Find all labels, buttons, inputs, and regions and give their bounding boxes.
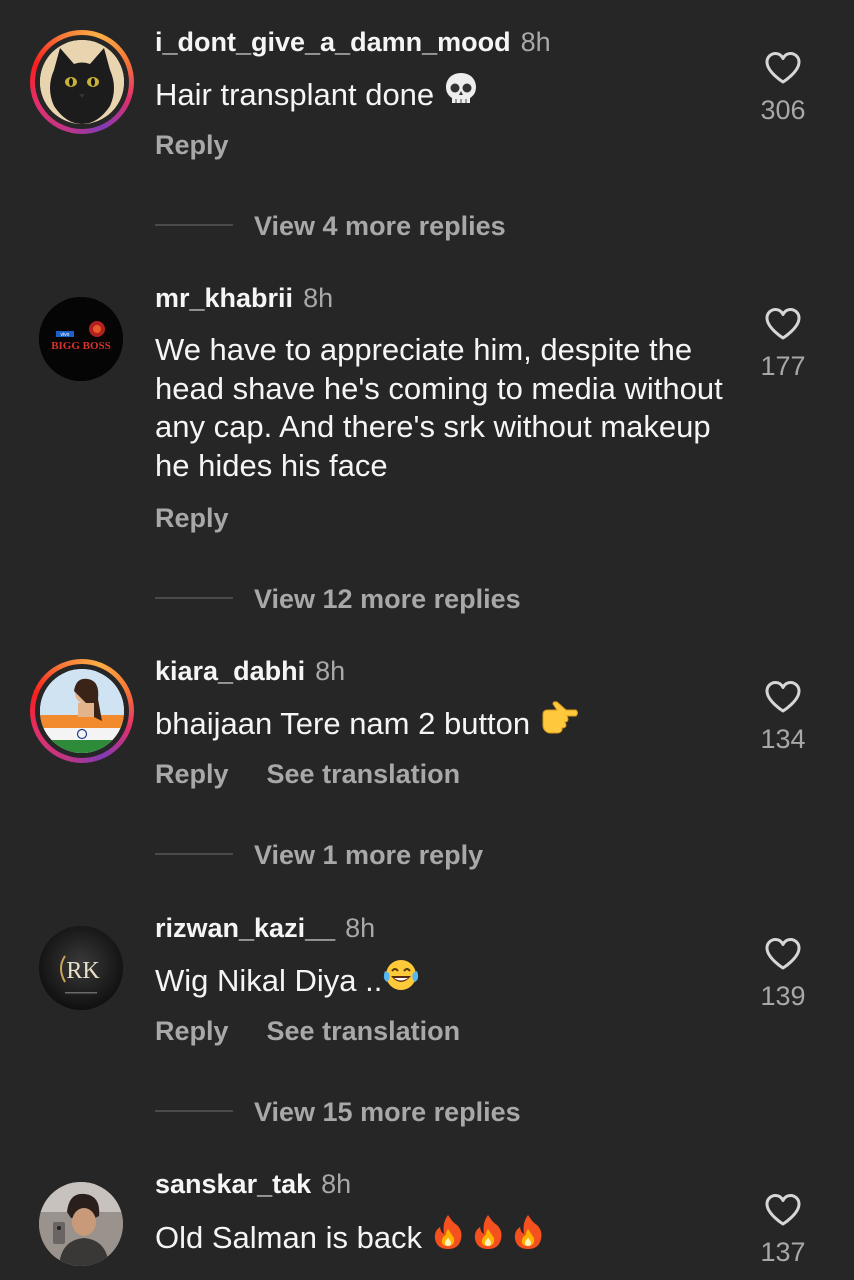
divider-line: [155, 223, 233, 226]
username[interactable]: kiara_dabhi: [155, 656, 305, 686]
girl-with-flag-icon: [40, 669, 124, 753]
comment-text: bhaijaan Tere nam 2 button: [155, 700, 725, 749]
divider-line: [155, 852, 233, 855]
comment-text: Old Salman is back: [155, 1213, 725, 1264]
username[interactable]: mr_khabrii: [155, 283, 293, 313]
comment-meta: rizwan_kazi__ 8h: [155, 911, 375, 945]
comment-text: Hair transplant done: [155, 71, 725, 120]
see-translation-button[interactable]: See translation: [267, 759, 461, 789]
heart-icon[interactable]: [764, 937, 802, 971]
comment-text: Wig Nikal Diya ..: [155, 960, 725, 1006]
comment-item: sanskar_tak 8h Old Salman is back 137: [0, 1169, 854, 1280]
view-more-replies-button[interactable]: View 1 more reply: [155, 838, 483, 872]
fire-emoji-icon: [431, 1213, 465, 1261]
rk-monogram-icon: RK: [39, 926, 123, 1010]
view-more-replies-button[interactable]: View 12 more replies: [155, 582, 521, 616]
divider-line: [155, 1109, 233, 1112]
reply-button[interactable]: Reply: [155, 130, 229, 160]
heart-icon[interactable]: [764, 680, 802, 714]
like-count: 177: [760, 351, 806, 381]
like-count: 137: [760, 1237, 806, 1267]
heart-icon[interactable]: [764, 51, 802, 85]
timestamp: 8h: [321, 1169, 352, 1199]
like-area: 306: [752, 51, 814, 127]
view-more-replies-button[interactable]: View 4 more replies: [155, 209, 506, 243]
timestamp: 8h: [303, 283, 334, 313]
timestamp: 8h: [315, 656, 346, 686]
avatar[interactable]: RK: [39, 926, 123, 1010]
avatar-monogram-text: RK: [66, 958, 100, 984]
reply-button[interactable]: Reply: [155, 759, 229, 789]
comment-item: vivo BIGG BOSS mr_khabrii 8h We have to a…: [0, 283, 854, 626]
bigg-boss-logo-icon: vivo BIGG BOSS: [39, 297, 123, 381]
like-area: 177: [752, 307, 814, 383]
like-count: 306: [760, 95, 806, 125]
black-cat-icon: [40, 40, 124, 124]
heart-icon[interactable]: [764, 1193, 802, 1227]
selfie-photo-icon: [39, 1182, 123, 1266]
timestamp: 8h: [520, 27, 551, 57]
fire-emoji-icon: [505, 1213, 545, 1261]
comment-item: kiara_dabhi 8h bhaijaan Tere nam 2 button…: [0, 656, 854, 889]
comment-actions: Reply See translation: [155, 1014, 498, 1048]
like-area: 134: [752, 680, 814, 756]
tears-of-joy-emoji-icon: [382, 957, 420, 1003]
like-area: 139: [752, 937, 814, 1013]
comment-actions: Reply: [155, 501, 267, 535]
comment-meta: mr_khabrii 8h: [155, 281, 333, 315]
comment-meta: sanskar_tak 8h: [155, 1167, 351, 1201]
reply-button[interactable]: Reply: [155, 503, 229, 533]
avatar[interactable]: [39, 1182, 123, 1266]
comment-meta: kiara_dabhi 8h: [155, 654, 345, 688]
like-area: 137: [752, 1193, 814, 1269]
comment-item: i_dont_give_a_damn_mood 8h Hair transplan…: [0, 27, 854, 260]
comment-actions: Reply See translation: [155, 757, 498, 791]
like-count: 134: [760, 724, 806, 754]
pointing-right-emoji-icon: [539, 700, 579, 746]
view-more-replies-button[interactable]: View 15 more replies: [155, 1095, 521, 1129]
avatar[interactable]: [30, 659, 134, 763]
timestamp: 8h: [345, 913, 376, 943]
avatar-logo-small-text: vivo: [61, 332, 70, 338]
username[interactable]: rizwan_kazi__: [155, 913, 335, 943]
comment-actions: Reply: [155, 128, 267, 162]
fire-emoji-icon: [465, 1213, 505, 1261]
username[interactable]: i_dont_give_a_damn_mood: [155, 27, 511, 57]
like-count: 139: [760, 981, 806, 1011]
see-translation-button[interactable]: See translation: [267, 1016, 461, 1046]
divider-line: [155, 596, 233, 599]
reply-button[interactable]: Reply: [155, 1016, 229, 1046]
comment-meta: i_dont_give_a_damn_mood 8h: [155, 25, 551, 59]
avatar[interactable]: vivo BIGG BOSS: [39, 297, 123, 381]
comment-item: RK rizwan_kazi__ 8h Wig Nikal Diya .. Rep…: [0, 913, 854, 1146]
comment-text: We have to appreciate him, despite the h…: [155, 332, 723, 483]
avatar[interactable]: [30, 30, 134, 134]
heart-icon[interactable]: [764, 307, 802, 341]
avatar-logo-text: BIGG BOSS: [51, 340, 111, 352]
skull-emoji-icon: [443, 71, 479, 117]
username[interactable]: sanskar_tak: [155, 1169, 311, 1199]
